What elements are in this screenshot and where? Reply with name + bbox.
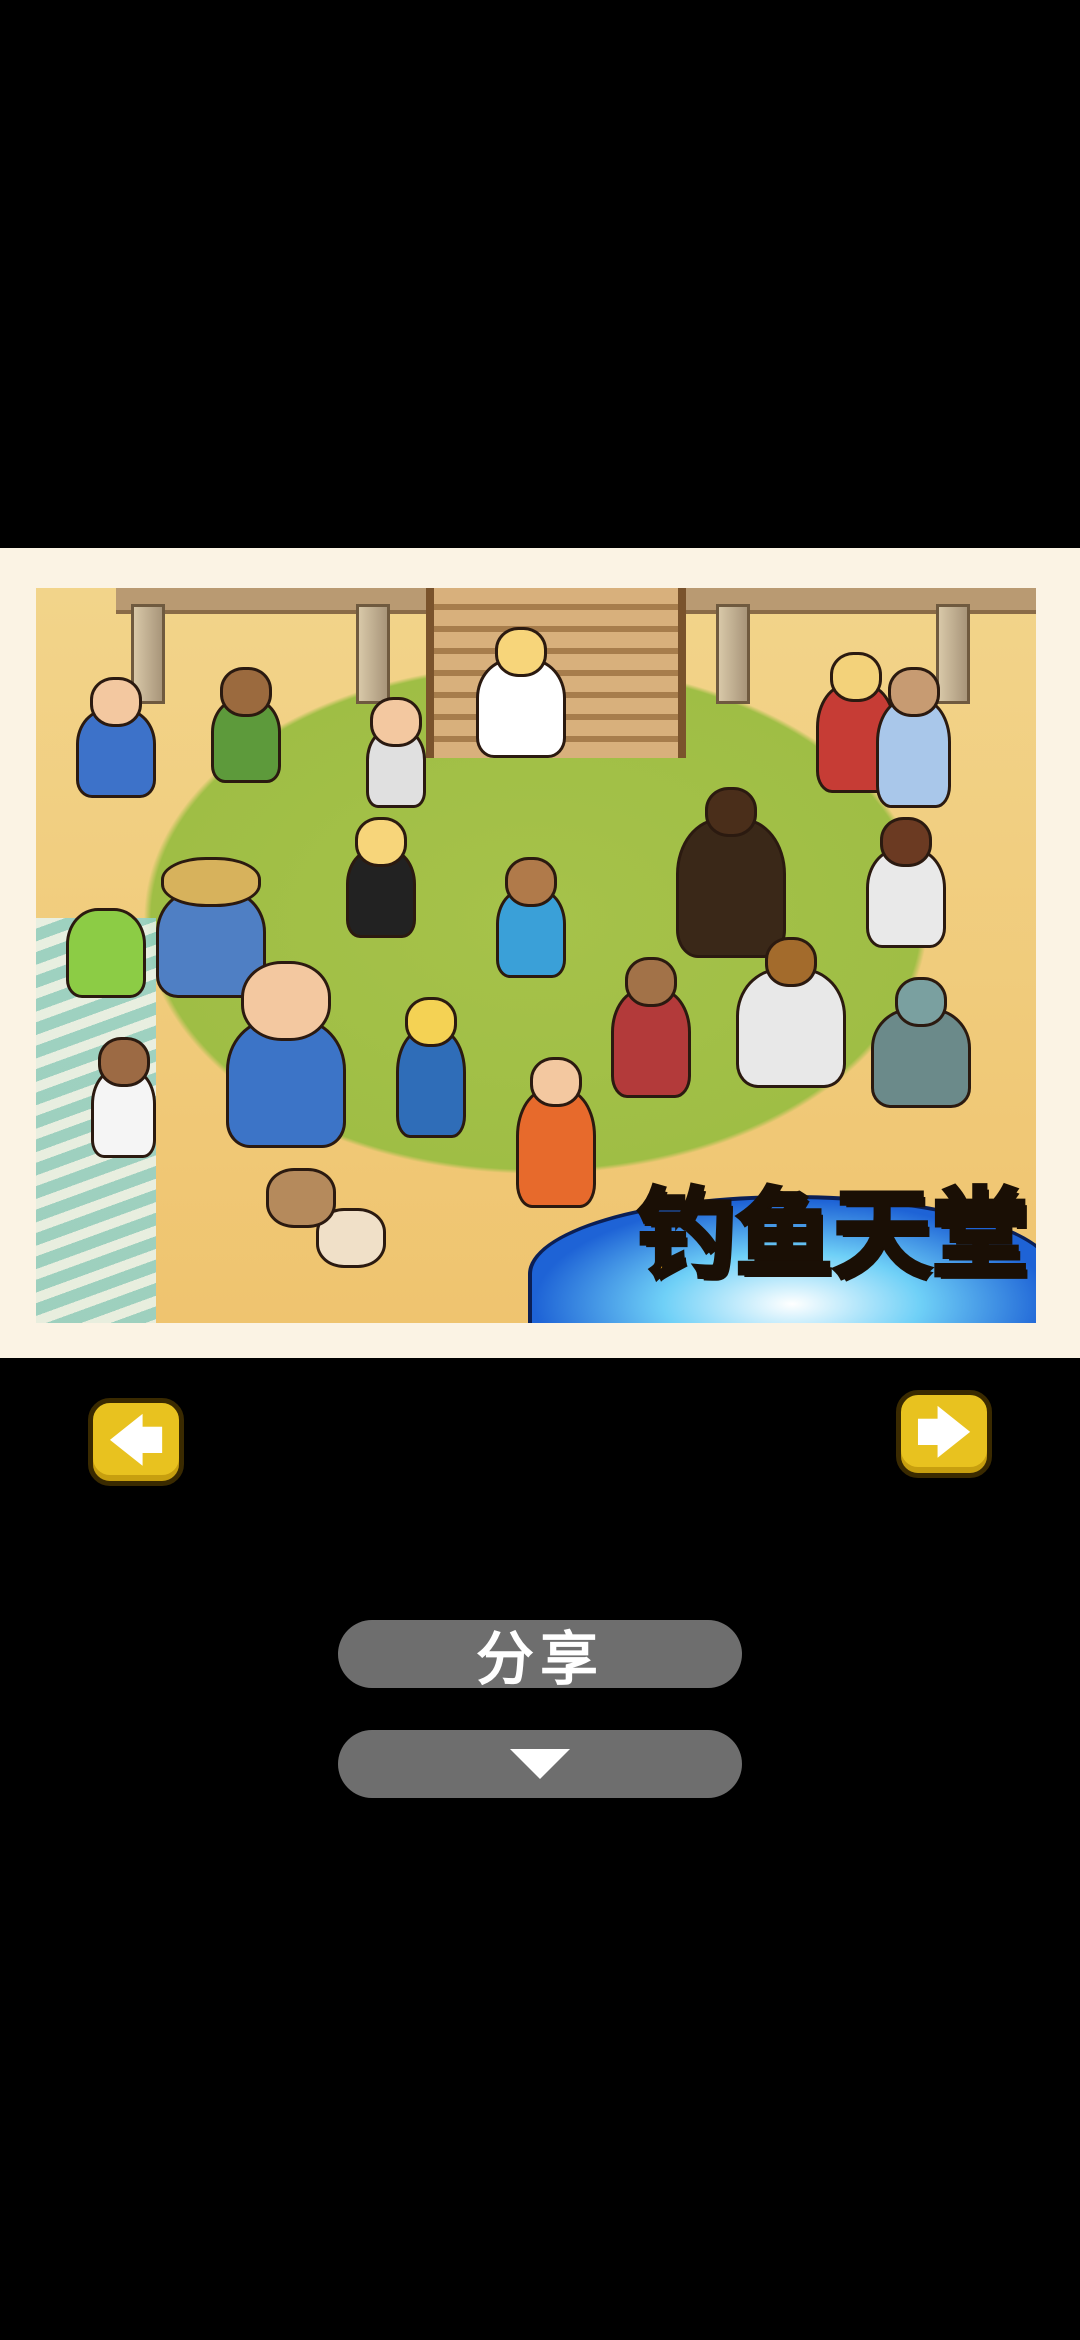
character [866, 817, 946, 948]
character [226, 961, 346, 1148]
character [516, 1057, 596, 1208]
character [76, 677, 156, 798]
character [366, 697, 426, 808]
bear-chef-character [736, 937, 846, 1088]
triangle-down-icon [510, 1749, 570, 1779]
arrow-left-icon: 🡄 [107, 1409, 165, 1474]
character [496, 857, 566, 978]
deck-post [356, 604, 390, 704]
character [676, 787, 786, 958]
share-button-label: 分享 [475, 1625, 604, 1693]
deck-post [936, 604, 970, 704]
artwork-frame: 钓鱼天堂 [0, 548, 1080, 1358]
game-logo: 钓鱼天堂 [636, 1179, 1031, 1291]
previous-button[interactable]: 🡄 [88, 1398, 184, 1486]
next-button[interactable]: 🡆 [896, 1390, 992, 1478]
character [346, 817, 416, 938]
angel-character [476, 627, 566, 758]
character [611, 957, 691, 1098]
collapse-button[interactable] [338, 1730, 742, 1798]
game-artwork: 钓鱼天堂 [36, 588, 1036, 1323]
deck-post [716, 604, 750, 704]
character [91, 1037, 156, 1158]
character [66, 908, 146, 998]
arrow-right-icon: 🡆 [915, 1401, 973, 1466]
character [876, 667, 951, 808]
character [211, 667, 281, 783]
character [871, 977, 971, 1108]
share-button[interactable]: 分享 [338, 1620, 742, 1693]
character [396, 997, 466, 1138]
dog-character [266, 1168, 336, 1228]
